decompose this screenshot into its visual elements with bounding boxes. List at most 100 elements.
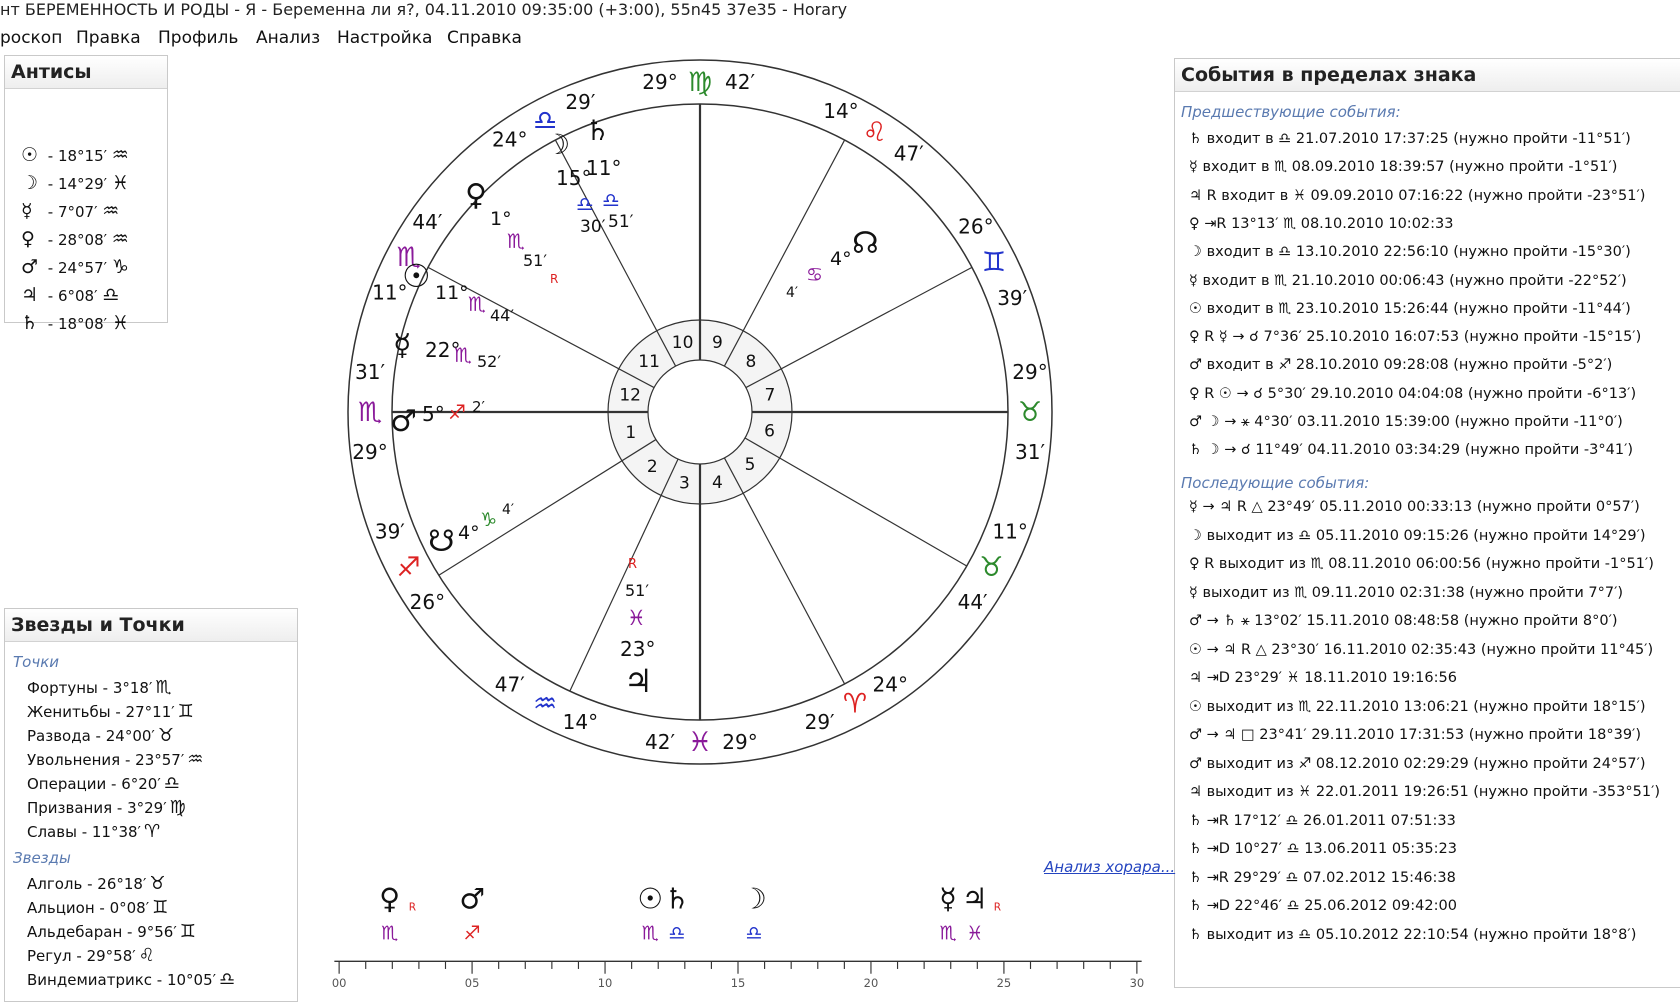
- sun-sign-icon: ♏: [468, 292, 486, 316]
- list-item: Альдебаран - 9°56′ ♊: [27, 921, 196, 942]
- menu-analysis[interactable]: Анализ: [256, 28, 320, 48]
- cusp-degree: 14°: [563, 710, 598, 734]
- event-row: ♂ выходит из ♐ 08.12.2010 02:29:29 (нужн…: [1189, 755, 1646, 772]
- list-item: Виндемиатрикс - 10°05′ ♎: [27, 969, 235, 990]
- saturn-minutes: 51′: [608, 212, 634, 232]
- sign-icon: ♓: [111, 312, 129, 334]
- sign-icon: ♉: [149, 873, 166, 894]
- strip-tick-label: 15: [731, 976, 746, 990]
- moon-icon: ☽: [545, 128, 570, 161]
- cusp-minutes: 39′: [997, 286, 1027, 310]
- antis-value: - 28°08′: [43, 231, 112, 249]
- node-degree: 4°: [830, 248, 852, 270]
- point-label: Регул - 29°58′: [27, 947, 136, 965]
- planet-icon: ♄: [21, 312, 39, 334]
- cusp-minutes: 47′: [495, 673, 525, 697]
- mercury-minutes: 52′: [477, 352, 501, 371]
- event-row: ♀ R ☉ → ☌ 5°30′ 29.10.2010 04:04:08 (нуж…: [1189, 385, 1637, 402]
- antis-row: ♀ - 28°08′ ♒: [21, 228, 134, 250]
- cusp-minutes: 39′: [375, 520, 405, 544]
- list-item: Женитьбы - 27°11′ ♊: [27, 701, 194, 722]
- menu-edit[interactable]: Правка: [76, 28, 141, 48]
- event-row: ☉ → ♃ R △ 23°30′ 16.11.2010 02:35:43 (ну…: [1189, 641, 1654, 658]
- south-node-minutes: 4′: [502, 502, 514, 518]
- point-label: Альцион - 0°08′: [27, 899, 150, 917]
- strip-planet: ♀ R ♏: [379, 882, 416, 945]
- event-row: ♄ ⇥D 22°46′ ♎ 25.06.2012 09:42:00: [1189, 898, 1457, 914]
- saturn-icon: ♄: [585, 114, 610, 147]
- menu-profile[interactable]: Профиль: [158, 28, 238, 48]
- list-item: Альцион - 0°08′ ♊: [27, 897, 168, 918]
- sign-icon: ♈: [143, 821, 161, 842]
- sign-icon: ♏: [939, 921, 956, 944]
- sign-icon: ♓: [966, 921, 983, 944]
- point-label: Альдебаран - 9°56′: [27, 923, 177, 941]
- sign-icon: ♐: [464, 921, 481, 944]
- event-row: ♂ ☽ → ⚹ 4°30′ 03.11.2010 15:39:00 (нужно…: [1189, 414, 1623, 430]
- cusp-minutes: 42′: [725, 70, 755, 94]
- menu-help[interactable]: Справка: [447, 28, 522, 48]
- degree-strip: ♀ R♏♂♐☉♏♄♎☽♎☿♏♃ R♓ 00 05 10 15 20 25 30: [332, 882, 1144, 990]
- antis-value: - 14°29′: [43, 175, 112, 193]
- event-row: ♄ ⇥R 17°12′ ♎ 26.01.2011 07:51:33: [1189, 812, 1456, 829]
- event-row: ♂ → ♄ ⚹ 13°02′ 15.11.2010 08:48:58 (нужн…: [1189, 613, 1618, 629]
- events-title: События в пределах знака: [1175, 59, 1680, 92]
- node-icon: ☊: [852, 226, 879, 261]
- house-number: 12: [619, 386, 641, 406]
- node-sign-icon: ♋: [806, 264, 823, 286]
- moon-minutes: 30′: [580, 217, 606, 237]
- event-row: ♄ ☽ → ☌ 11°49′ 04.11.2010 03:34:29 (нужн…: [1189, 442, 1634, 459]
- planet-icon: ♃: [962, 882, 988, 916]
- event-row: ♀ ⇥R 13°13′ ♏ 08.10.2010 10:02:33: [1189, 215, 1454, 232]
- mars-minutes: 2′: [472, 398, 486, 416]
- sign-icon: ♊: [179, 921, 196, 942]
- point-label: Призвания - 3°29′: [27, 799, 167, 817]
- venus-minutes: 51′: [523, 251, 547, 270]
- planet-icon: ☉: [21, 144, 39, 166]
- list-item: Призвания - 3°29′ ♍: [27, 797, 186, 818]
- jupiter-degree: 23°: [620, 637, 655, 661]
- mercury-sign-icon: ♏: [454, 343, 472, 367]
- point-label: Развода - 24°00′: [27, 727, 155, 745]
- sign-icon: ♊: [152, 897, 169, 918]
- jupiter-icon: ♃: [624, 662, 653, 700]
- cusp-minutes: 31′: [1015, 440, 1045, 464]
- planet-icon: ☽: [741, 882, 767, 916]
- house-number: 11: [638, 352, 660, 372]
- antis-row: ☿ - 7°07′ ♒: [21, 200, 124, 222]
- sign-icon: ♊: [177, 701, 194, 722]
- south-node-degree: 4°: [458, 522, 480, 544]
- strip-tick-label: 20: [864, 976, 879, 990]
- strip-planet: ♂♐: [459, 882, 485, 945]
- event-row: ♄ входит в ♎ 21.07.2010 17:37:25 (нужно …: [1189, 131, 1631, 147]
- cusp-minutes: 29′: [565, 90, 595, 114]
- zodiac-sign-icon: ♌: [863, 117, 887, 148]
- point-label: Алголь - 26°18′: [27, 875, 147, 893]
- horary-analysis-link[interactable]: Анализ хорара...: [1044, 858, 1175, 876]
- event-row: ☿ входит в ♏ 21.10.2010 00:06:43 (нужно …: [1189, 272, 1627, 289]
- event-row: ☿ → ♃ R △ 23°49′ 05.11.2010 00:33:13 (ну…: [1189, 499, 1640, 515]
- cusp-degree: 11°: [992, 520, 1027, 544]
- sign-icon: ♒: [111, 144, 129, 166]
- event-row: ☽ входит в ♎ 13.10.2010 22:56:10 (нужно …: [1189, 244, 1631, 261]
- event-row: ♃ R входит в ♓ 09.09.2010 07:16:22 (нужн…: [1189, 187, 1646, 204]
- cusp-degree: 29°: [722, 730, 757, 754]
- event-row: ♂ → ♃ □ 23°41′ 29.11.2010 17:31:53 (нужн…: [1189, 727, 1641, 743]
- zodiac-sign-icon: ♒: [533, 688, 557, 719]
- list-item: Развода - 24°00′ ♉: [27, 725, 174, 746]
- planet-icon: ♀: [379, 882, 400, 916]
- cusp-degree: 29°: [352, 440, 387, 464]
- menu-horoscope[interactable]: роскоп: [0, 28, 62, 48]
- event-row: ♃ ⇥D 23°29′ ♓ 18.11.2010 19:16:56: [1189, 670, 1457, 686]
- antis-panel: Антисы ☉ - 18°15′ ♒ ☽ - 14°29′ ♓ ☿ - 7°07′…: [4, 55, 168, 334]
- antis-row: ☉ - 18°15′ ♒: [21, 144, 134, 166]
- strip-tick-label: 00: [332, 976, 347, 990]
- zodiac-sign-icon: ♍: [688, 67, 712, 98]
- retrograde-mark: R: [994, 902, 1001, 914]
- mars-icon: ♂: [390, 404, 417, 439]
- jupiter-sign-icon: ♓: [627, 606, 646, 630]
- menu-settings[interactable]: Настройка: [337, 28, 432, 48]
- retrograde-mark: R: [409, 902, 416, 914]
- planet-icon: ☽: [21, 172, 39, 194]
- list-item: Операции - 6°20′ ♎: [27, 773, 180, 794]
